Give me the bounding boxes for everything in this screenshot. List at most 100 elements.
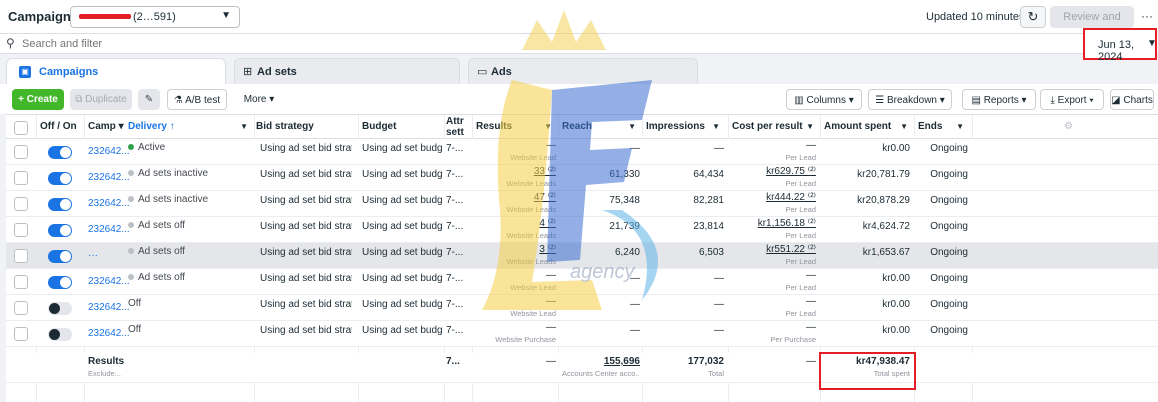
row-checkbox[interactable] <box>14 275 28 289</box>
row-checkbox[interactable] <box>14 249 28 263</box>
campaign-name-link[interactable]: 232642... <box>88 146 130 160</box>
account-selector[interactable]: (2…591) ▼ <box>70 6 240 28</box>
table-row[interactable]: 232642...Off Using ad set bid strategy Usi… <box>6 295 1158 321</box>
folder-icon: ▣ <box>19 66 31 78</box>
row-checkbox[interactable] <box>14 145 28 159</box>
chevron-down-icon: ▼ <box>956 122 964 131</box>
toolbar: + Create ⧉ Duplicate ✎ ⚗ A/B test More ▾… <box>0 84 1158 114</box>
results-type: Website Leads <box>506 257 556 266</box>
header-ends[interactable]: Ends ▼ <box>918 115 968 139</box>
header-results[interactable]: Results ▼ <box>476 115 556 139</box>
campaign-name-link[interactable]: 232642... <box>88 224 130 238</box>
header-cost-per-result[interactable]: Cost per result ▼ <box>732 115 818 139</box>
header-attribution[interactable]: Attr sett <box>446 115 470 139</box>
header-label: Amount spent <box>824 121 892 132</box>
results-type: Website Purchase <box>495 335 556 344</box>
table-row[interactable]: 232642... Active Using ad set bid strategy… <box>6 139 1158 165</box>
header-budget[interactable]: Budget <box>362 115 442 139</box>
impressions-cell: — <box>714 299 724 310</box>
campaign-name-link[interactable]: 232642... <box>88 328 130 342</box>
export-label: Export ▾ <box>1057 95 1094 106</box>
campaign-name-link[interactable]: ··· <box>88 250 98 264</box>
select-all-checkbox[interactable] <box>14 121 28 135</box>
search-input[interactable] <box>22 36 322 51</box>
on-off-toggle[interactable] <box>48 198 72 211</box>
date-range-picker[interactable]: Jun 13, 2024 ▼ <box>1083 28 1157 63</box>
header-bid-strategy[interactable]: Bid strategy <box>256 115 356 139</box>
totals-reach-value: 155,696 <box>603 356 640 367</box>
header-amount-spent[interactable]: Amount spent ▼ <box>824 115 912 139</box>
settings-gear-icon[interactable]: ⚙ <box>1064 115 1078 139</box>
on-off-toggle[interactable] <box>48 224 72 237</box>
table-row[interactable]: ··· Ad sets off Using ad set bid strategy U… <box>6 243 1158 269</box>
on-off-toggle[interactable] <box>48 172 72 185</box>
table-row[interactable]: 232642...Off Using ad set bid strategy Usi… <box>6 321 1158 347</box>
charts-button[interactable]: ◪ Charts <box>1110 89 1154 110</box>
cost-per-result-cell[interactable]: kr1,156.18 ⁽²⁾ <box>730 218 816 230</box>
header-label: Ends <box>918 121 943 132</box>
table-row[interactable]: 232642... Ad sets off Using ad set bid str… <box>6 217 1158 243</box>
cost-per-result-cell[interactable]: kr629.75 ⁽²⁾ <box>730 166 816 178</box>
on-off-toggle[interactable] <box>48 302 72 315</box>
reports-button[interactable]: ▤ Reports ▾ <box>962 89 1036 110</box>
budget-cell: Using ad set budget <box>362 169 442 180</box>
tab-ads[interactable]: ▭ Ads <box>468 58 698 84</box>
results-cell[interactable]: 3 ⁽²⁾ <box>476 244 556 256</box>
table-row[interactable]: 232642... Ad sets inactive Using ad set bi… <box>6 191 1158 217</box>
export-button[interactable]: ⤓ Export ▾ <box>1040 89 1104 110</box>
chevron-down-icon: ▼ <box>712 122 720 131</box>
on-off-toggle[interactable] <box>48 250 72 263</box>
campaigns-table: Off / On Camp ▾ Delivery ↑ ▼ Bid strategy… <box>6 114 1158 402</box>
table-row[interactable]: 232642... Ad sets inactive Using ad set bi… <box>6 165 1158 191</box>
amount-spent-cell: kr20,878.29 <box>857 195 910 206</box>
results-type: Website Lead <box>510 153 556 162</box>
breakdown-label: Breakdown ▾ <box>886 95 945 106</box>
review-publish-button[interactable]: Review and publish <box>1050 6 1134 45</box>
header-reach[interactable]: Reach ▼ <box>562 115 640 139</box>
cpr-value: — <box>806 296 816 307</box>
row-checkbox[interactable] <box>14 327 28 341</box>
columns-button[interactable]: ▥ Columns ▾ <box>786 89 862 110</box>
results-type: Website Leads <box>506 179 556 188</box>
results-cell[interactable]: 4 ⁽²⁾ <box>476 218 556 230</box>
results-type: Website Lead <box>510 283 556 292</box>
attribution-cell: 7-... <box>446 195 464 206</box>
breakdown-button[interactable]: ☰ Breakdown ▾ <box>868 89 952 110</box>
results-cell[interactable]: 33 ⁽²⁾ <box>476 166 556 178</box>
on-off-toggle[interactable] <box>48 276 72 289</box>
campaign-name-link[interactable]: 232642... <box>88 302 130 316</box>
redacted-account-id <box>79 14 131 19</box>
cost-per-result-cell[interactable]: kr444.22 ⁽²⁾ <box>730 192 816 204</box>
header-impressions[interactable]: Impressions ▼ <box>646 115 724 139</box>
ab-test-button[interactable]: ⚗ A/B test <box>167 89 227 110</box>
more-options-button[interactable]: ··· <box>1138 6 1156 28</box>
on-off-toggle[interactable] <box>48 328 72 341</box>
bid-strategy-cell: Using ad set bid strategy <box>260 169 352 180</box>
campaign-name-link[interactable]: 232642... <box>88 198 130 212</box>
edit-button[interactable]: ✎ <box>138 89 160 110</box>
budget-cell: Using ad set budget <box>362 273 442 284</box>
bid-strategy-cell: Using ad set bid strategy <box>260 273 352 284</box>
totals-cost-per-result: — <box>806 356 816 367</box>
table-row[interactable]: 232642... Ad sets off Using ad set bid str… <box>6 269 1158 295</box>
more-menu-button[interactable]: More ▾ <box>238 89 280 110</box>
create-button[interactable]: + Create <box>12 89 64 110</box>
row-checkbox[interactable] <box>14 301 28 315</box>
results-cell: — <box>476 140 556 152</box>
row-checkbox[interactable] <box>14 171 28 185</box>
header-delivery[interactable]: Delivery ↑ ▼ <box>128 115 252 139</box>
results-cell[interactable]: 47 ⁽²⁾ <box>476 192 556 204</box>
tab-campaigns[interactable]: ▣ Campaigns <box>6 58 226 84</box>
duplicate-button[interactable]: ⧉ Duplicate <box>70 89 132 110</box>
cpr-value: kr444.22 ⁽²⁾ <box>766 192 816 203</box>
row-checkbox[interactable] <box>14 197 28 211</box>
on-off-toggle[interactable] <box>48 146 72 159</box>
row-checkbox[interactable] <box>14 223 28 237</box>
refresh-button[interactable]: ↻ <box>1020 6 1046 28</box>
header-campaign[interactable]: Camp ▾ <box>88 115 124 139</box>
campaign-name-link[interactable]: 232642... <box>88 172 130 186</box>
cost-per-result-cell[interactable]: kr551.22 ⁽²⁾ <box>730 244 816 256</box>
tab-ad-sets[interactable]: ⊞ Ad sets <box>234 58 460 84</box>
campaign-name-link[interactable]: 232642... <box>88 276 130 290</box>
results-value: 33 ⁽²⁾ <box>533 166 556 177</box>
